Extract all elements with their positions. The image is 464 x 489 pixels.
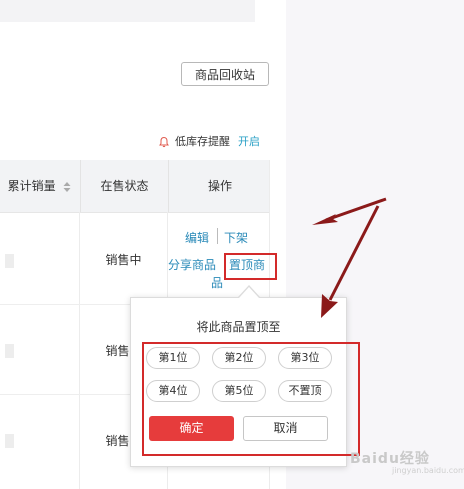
table-header: 累计销量 在售状态 操作 <box>0 160 270 213</box>
watermark-url: jingyan.baidu.com <box>392 466 464 475</box>
column-header-sales[interactable]: 累计销量 <box>0 160 79 212</box>
edit-link[interactable]: 编辑 <box>185 229 209 246</box>
popup-caret-inner <box>239 287 259 298</box>
low-stock-reminder: 低库存提醒 开启 <box>158 134 260 150</box>
annotation-highlight-box <box>224 253 277 280</box>
low-stock-enable-link[interactable]: 开启 <box>238 134 260 150</box>
column-header-sales-label: 累计销量 <box>7 179 56 193</box>
column-header-status: 在售状态 <box>80 160 168 212</box>
status-cell: 销售中 <box>105 253 142 267</box>
sort-icon[interactable] <box>63 181 71 192</box>
annotation-arrow-icon <box>312 200 385 225</box>
take-down-link[interactable]: 下架 <box>224 229 248 246</box>
popup-title: 将此商品置顶至 <box>196 320 281 334</box>
bell-icon <box>159 136 169 148</box>
op-separator <box>217 228 218 244</box>
column-header-ops: 操作 <box>168 160 271 212</box>
placeholder-cell <box>5 434 14 448</box>
share-product-link[interactable]: 分享商品 <box>168 256 216 273</box>
pin-top-link-wrap[interactable]: 品 <box>211 274 223 291</box>
watermark-logo: Baidu经验 <box>350 451 430 467</box>
annotation-arrow-shaft <box>328 205 380 301</box>
placeholder-cell <box>5 344 14 358</box>
top-strip <box>0 0 255 22</box>
annotation-arrow-shaft <box>325 197 387 222</box>
recycle-bin-button[interactable]: 商品回收站 <box>181 62 269 86</box>
placeholder-cell <box>5 254 14 268</box>
annotation-highlight-box <box>142 342 360 456</box>
low-stock-label: 低库存提醒 <box>175 135 230 148</box>
